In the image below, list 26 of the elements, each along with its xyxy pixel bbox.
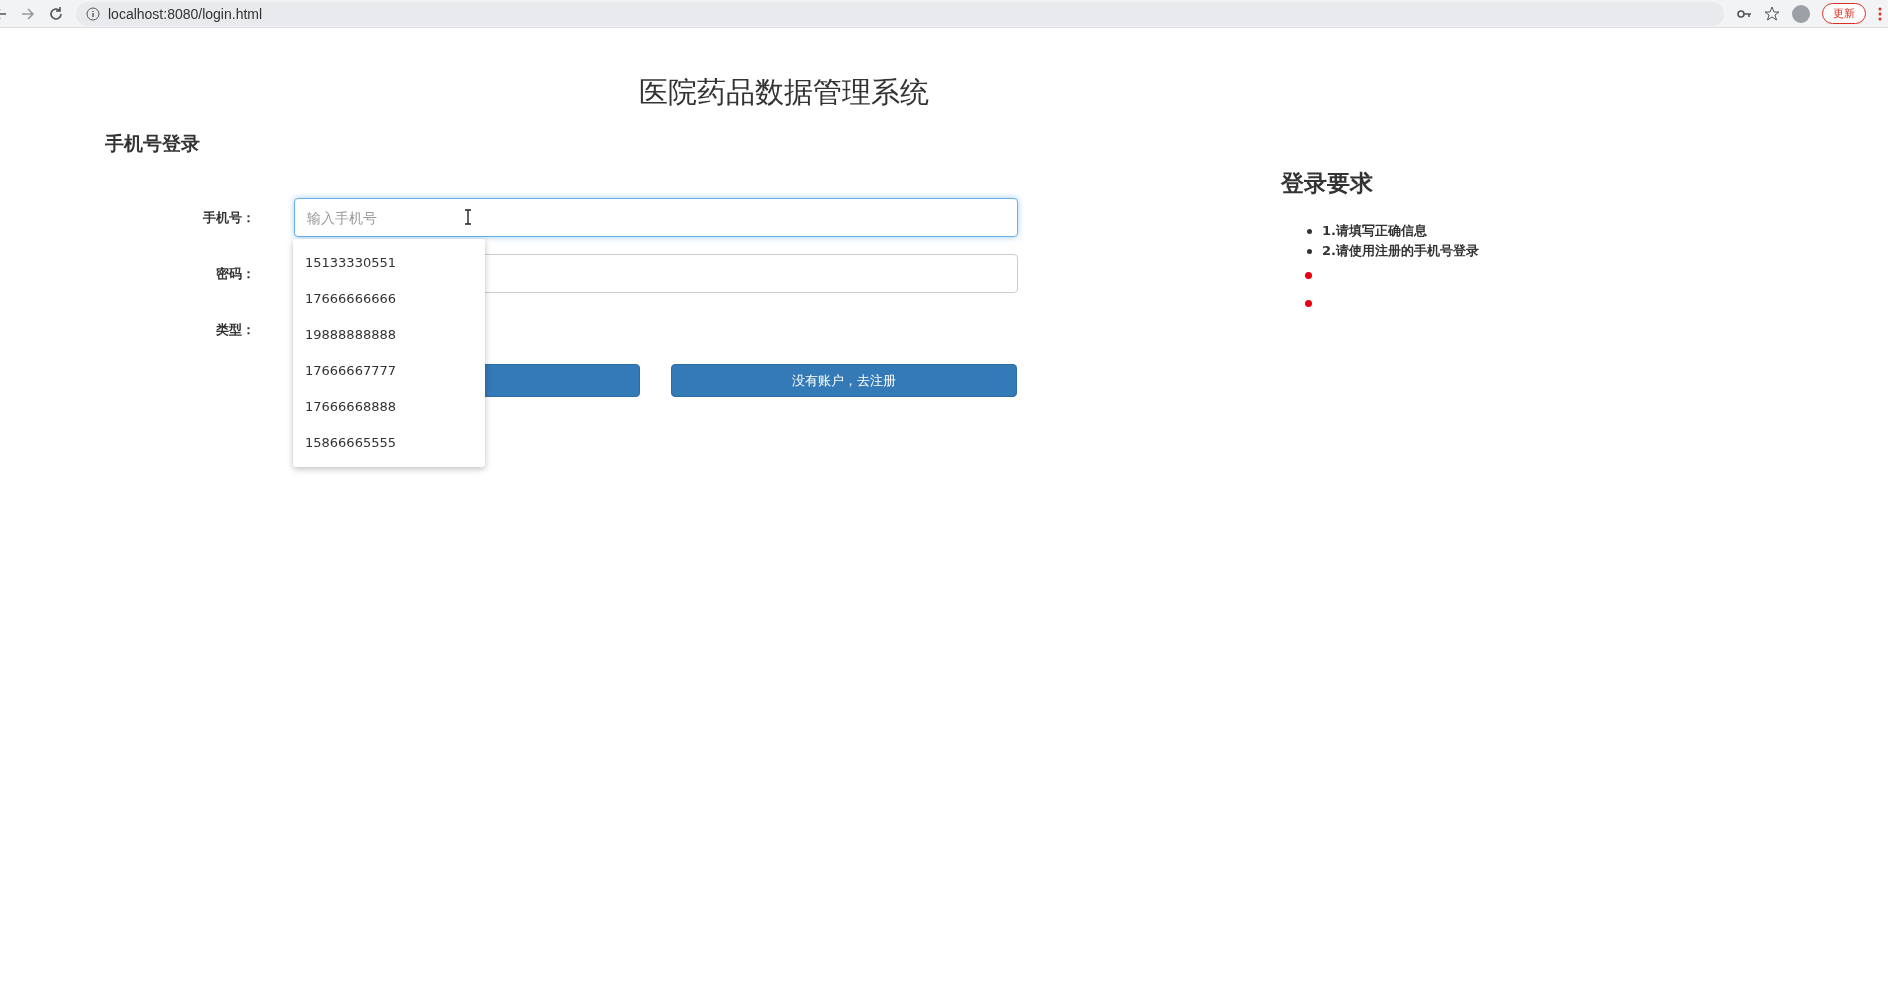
field-label: 密码： xyxy=(215,264,255,283)
requirement-text: 1.请填写正确信息 xyxy=(1322,222,1427,240)
register-button[interactable]: 没有账户，去注册 xyxy=(671,364,1017,397)
autocomplete-option[interactable]: 17666667777 xyxy=(293,353,485,389)
phone-input[interactable]: 输入手机号 xyxy=(294,198,1018,237)
menu-icon[interactable] xyxy=(1878,6,1882,21)
url-text: localhost:8080/login.html xyxy=(108,5,263,22)
field-label: 类型： xyxy=(215,320,255,339)
requirements-heading: 登录要求 xyxy=(1281,169,1374,198)
login-heading: 手机号登录 xyxy=(105,131,201,156)
reload-icon[interactable] xyxy=(48,5,64,22)
field-label: 手机号： xyxy=(202,208,255,227)
requirement-text: 2.请使用注册的手机号登录 xyxy=(1322,242,1479,260)
autocomplete-option[interactable]: 15133330551 xyxy=(293,245,485,281)
text-cursor-icon xyxy=(464,209,472,225)
autocomplete-option[interactable]: 19888888888 xyxy=(293,317,485,353)
update-button[interactable]: 更新 xyxy=(1822,3,1866,24)
profile-avatar[interactable] xyxy=(1792,4,1810,23)
address-bar[interactable]: localhost:8080/login.html xyxy=(76,1,1724,26)
forward-icon[interactable] xyxy=(20,5,36,22)
info-icon[interactable] xyxy=(86,6,100,21)
star-icon[interactable] xyxy=(1764,5,1780,22)
page-title: 医院药品数据管理系统 xyxy=(638,74,930,111)
autocomplete-option[interactable]: 17666666666 xyxy=(293,281,485,317)
autocomplete-option[interactable]: 17666668888 xyxy=(293,389,485,425)
autocomplete-option[interactable]: 15866665555 xyxy=(293,425,485,461)
